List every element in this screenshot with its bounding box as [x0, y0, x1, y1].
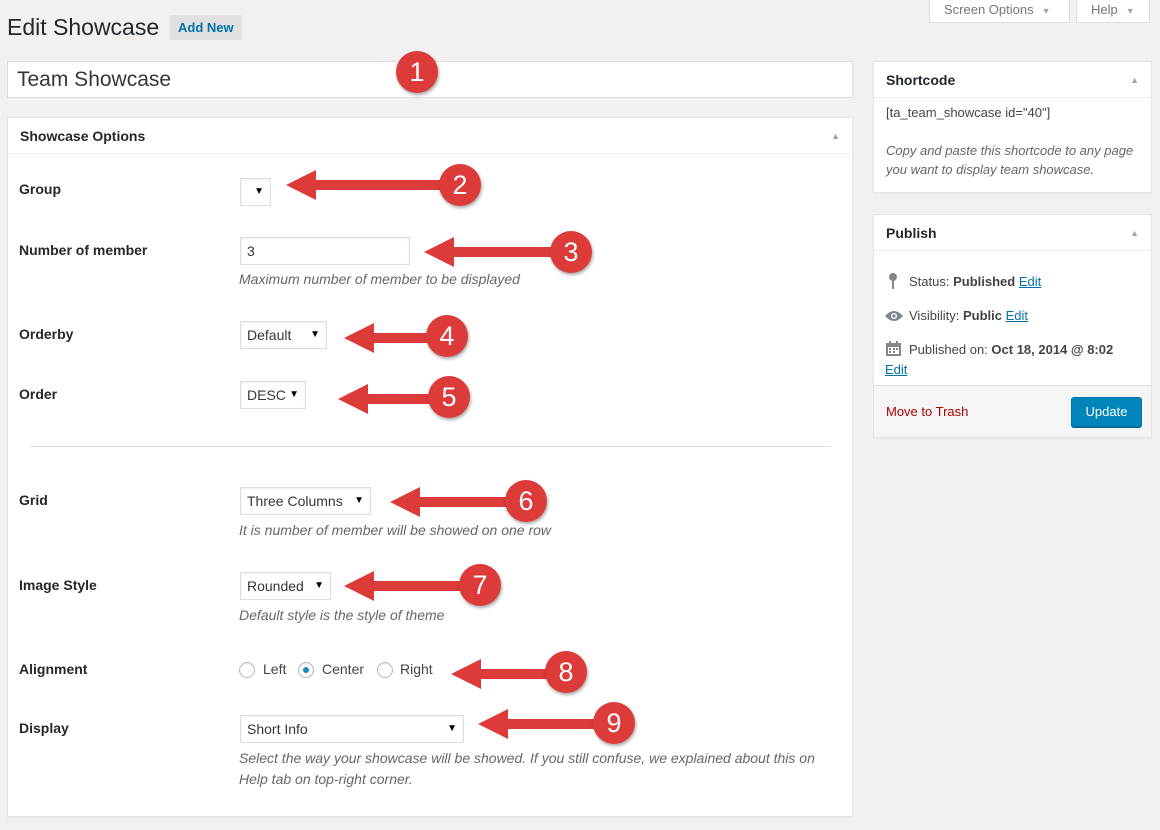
annotation-arrow-7 [344, 571, 462, 601]
annotation-badge-4: 4 [426, 315, 468, 357]
annotation-arrow-9 [478, 709, 597, 739]
annotation-badge-3: 3 [550, 231, 592, 273]
annotation-badge-7: 7 [459, 564, 501, 606]
annotation-arrow-5 [338, 384, 433, 414]
annotation-arrows [286, 170, 597, 739]
annotation-badge-2: 2 [439, 164, 481, 206]
annotation-badge-8: 8 [545, 651, 587, 693]
annotation-arrow-8 [451, 659, 549, 689]
annotation-arrow-2 [286, 170, 444, 200]
annotation-badge-9: 9 [593, 702, 635, 744]
annotation-badge-5: 5 [428, 376, 470, 418]
annotation-badge-6: 6 [505, 480, 547, 522]
annotation-arrow-3 [424, 237, 556, 267]
annotation-arrow-6 [390, 487, 508, 517]
annotation-arrow-4 [344, 323, 430, 353]
annotation-badge-1: 1 [396, 51, 438, 93]
